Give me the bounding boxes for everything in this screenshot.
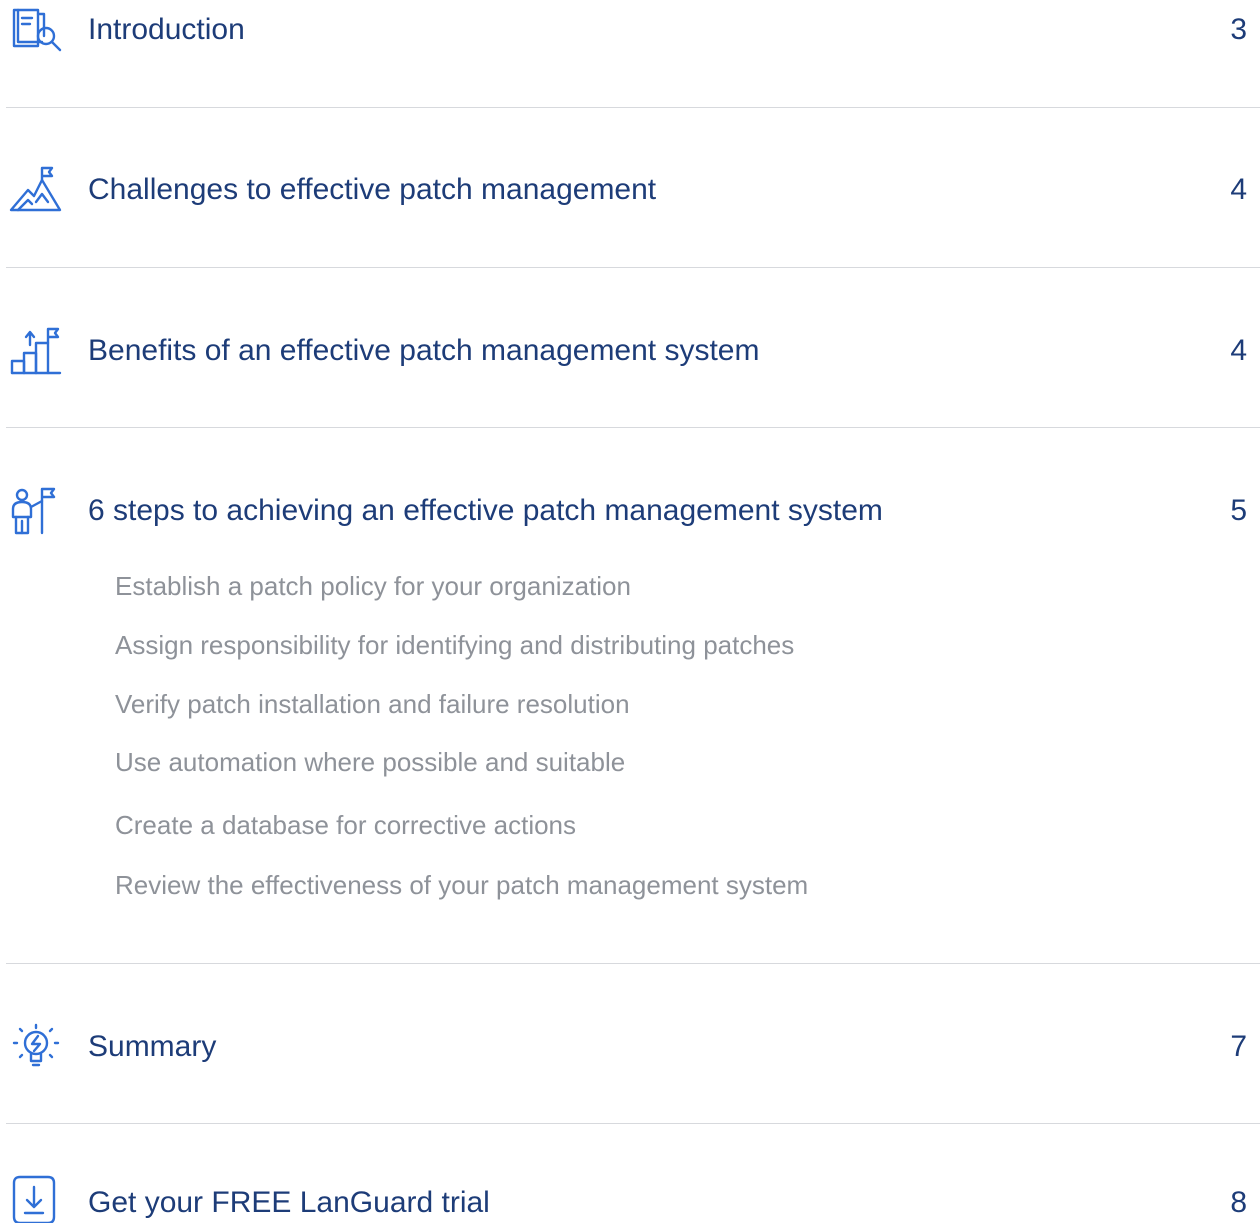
lightbulb-idea-icon	[8, 1023, 64, 1071]
toc-subitem[interactable]: Assign responsibility for identifying an…	[115, 629, 794, 661]
toc-subitem[interactable]: Verify patch installation and failure re…	[115, 688, 630, 720]
toc-title[interactable]: 6 steps to achieving an effective patch …	[88, 493, 883, 529]
toc-subitem[interactable]: Establish a patch policy for your organi…	[115, 570, 631, 602]
toc-entry-six-steps[interactable]: 6 steps to achieving an effective patch …	[0, 481, 1260, 541]
page-number: 4	[1230, 173, 1247, 206]
toc-entry-challenges[interactable]: Challenges to effective patch management…	[0, 160, 1260, 220]
toc-title[interactable]: Get your FREE LanGuard trial	[88, 1185, 490, 1221]
divider	[6, 107, 1260, 108]
page-number: 5	[1230, 494, 1247, 527]
toc-subitem[interactable]: Create a database for corrective actions	[115, 809, 576, 841]
divider	[6, 963, 1260, 964]
toc-title[interactable]: Introduction	[88, 12, 245, 48]
toc-subitem[interactable]: Use automation where possible and suitab…	[115, 746, 625, 778]
page-number: 8	[1230, 1186, 1247, 1219]
table-of-contents: Introduction 3 Challenges to effective p…	[0, 0, 1260, 1226]
toc-entry-benefits[interactable]: Benefits of an effective patch managemen…	[0, 321, 1260, 381]
divider	[6, 1123, 1260, 1124]
title-emphasis: FREE	[211, 1186, 292, 1219]
document-search-icon	[8, 6, 64, 54]
page-number: 3	[1230, 13, 1247, 46]
page-number: 7	[1230, 1030, 1247, 1063]
toc-entry-introduction[interactable]: Introduction 3	[0, 0, 1260, 60]
divider	[6, 427, 1260, 428]
toc-entry-summary[interactable]: Summary 7	[0, 1017, 1260, 1077]
person-flag-icon	[8, 487, 64, 535]
title-suffix: LanGuard trial	[291, 1186, 490, 1219]
toc-title[interactable]: Summary	[88, 1029, 216, 1065]
toc-entry-free-trial[interactable]: Get your FREE LanGuard trial 8	[0, 1173, 1260, 1226]
download-file-icon	[8, 1175, 64, 1223]
toc-subitem[interactable]: Review the effectiveness of your patch m…	[115, 869, 808, 901]
toc-title[interactable]: Benefits of an effective patch managemen…	[88, 333, 759, 369]
growth-steps-flag-icon	[8, 327, 64, 375]
divider	[6, 267, 1260, 268]
toc-title[interactable]: Challenges to effective patch management	[88, 172, 656, 208]
mountain-flag-icon	[8, 166, 64, 214]
page-number: 4	[1230, 334, 1247, 367]
title-prefix: Get your	[88, 1186, 212, 1219]
